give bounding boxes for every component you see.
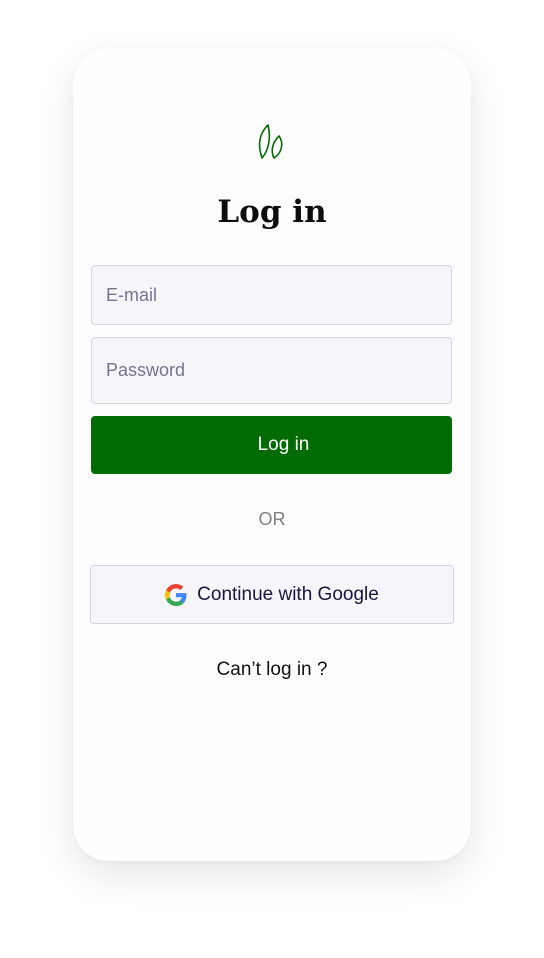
google-button-label: Continue with Google	[197, 583, 379, 605]
email-field[interactable]	[91, 265, 452, 325]
login-button-label: Log in	[257, 434, 310, 455]
google-g-icon	[165, 583, 187, 606]
password-field[interactable]	[91, 337, 452, 404]
continue-with-google-button[interactable]: Continue with Google	[90, 565, 454, 624]
login-button[interactable]: Log in	[91, 416, 452, 474]
page-title: Log in	[217, 194, 327, 230]
login-card: Log in Log in OR Continue with Google Ca…	[73, 48, 471, 861]
cant-log-in-link[interactable]: Can’t log in ?	[73, 657, 471, 683]
leaf-icon	[257, 122, 287, 160]
or-divider: OR	[258, 509, 286, 529]
